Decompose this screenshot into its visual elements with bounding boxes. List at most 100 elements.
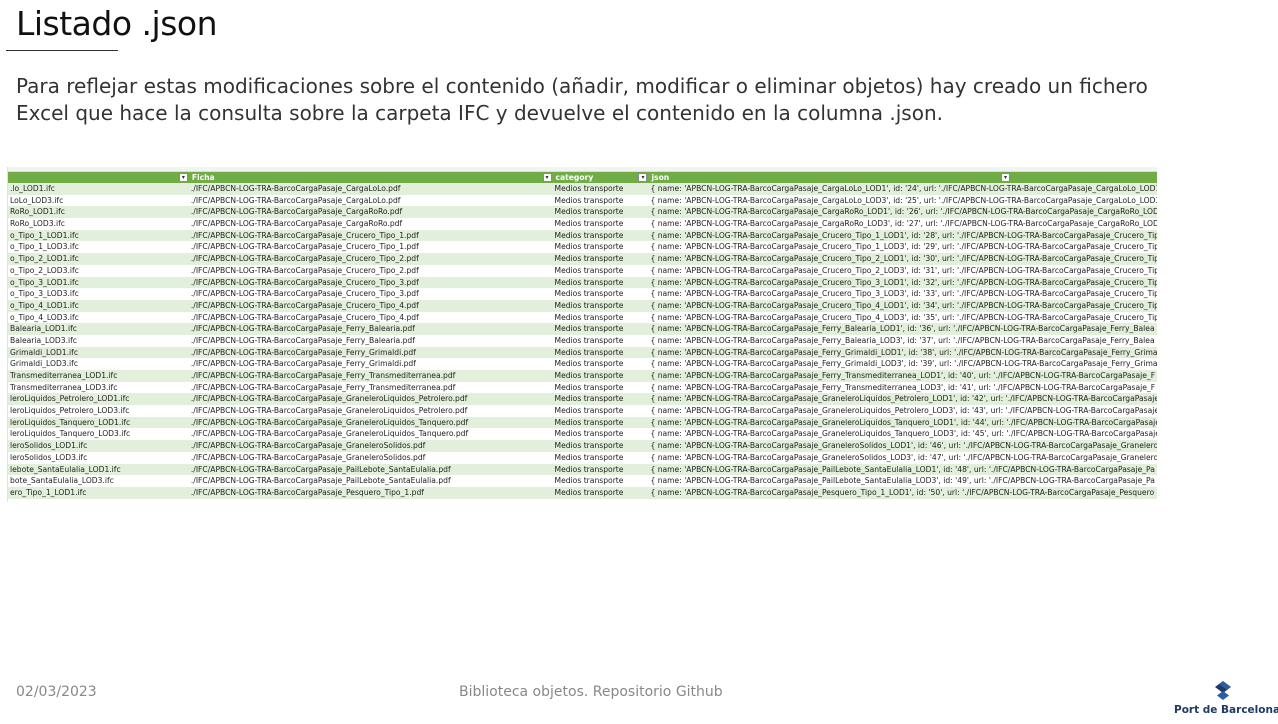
- table-row[interactable]: o_Tipo_3_LOD3.ifc ./IFC/APBCN-LOG-TRA-Bar…: [8, 288, 1157, 300]
- ficha-cell[interactable]: ./IFC/APBCN-LOG-TRA-BarcoCargaPasaje_Cru…: [189, 288, 553, 300]
- json-cell[interactable]: { name: 'APBCN-LOG-TRA-BarcoCargaPasaje_…: [648, 195, 1157, 207]
- file-cell[interactable]: Balearia_LOD3.ifc: [8, 335, 189, 347]
- table-row[interactable]: Transmediterranea_LOD3.ifc ./IFC/APBCN-LO…: [8, 381, 1157, 394]
- ficha-cell[interactable]: ./IFC/APBCN-LOG-TRA-BarcoCargaPasaje_Gra…: [189, 393, 553, 405]
- file-cell[interactable]: lebote_SantaEulalia_LOD1.ifc: [8, 464, 189, 476]
- json-cell[interactable]: { name: 'APBCN-LOG-TRA-BarcoCargaPasaje_…: [648, 405, 1157, 417]
- table-row[interactable]: ero_Tipo_1_LOD1.ifc ./IFC/APBCN-LOG-TRA-B…: [8, 486, 1157, 499]
- category-cell[interactable]: Medios transporte: [553, 405, 649, 417]
- table-row[interactable]: leroSolidos_LOD1.ifc ./IFC/APBCN-LOG-TRA-…: [8, 440, 1157, 452]
- table-row[interactable]: o_Tipo_2_LOD3.ifc ./IFC/APBCN-LOG-TRA-Bar…: [8, 264, 1157, 277]
- file-cell[interactable]: LoLo_LOD3.ifc: [8, 195, 189, 207]
- ficha-cell[interactable]: ./IFC/APBCN-LOG-TRA-BarcoCargaPasaje_Pes…: [189, 487, 553, 499]
- file-cell[interactable]: RoRo_LOD3.ifc: [8, 218, 189, 230]
- category-cell[interactable]: Medios transporte: [553, 417, 649, 429]
- ficha-cell[interactable]: ./IFC/APBCN-LOG-TRA-BarcoCargaPasaje_Cru…: [189, 253, 553, 265]
- json-cell[interactable]: { name: 'APBCN-LOG-TRA-BarcoCargaPasaje_…: [648, 335, 1157, 347]
- category-cell[interactable]: Medios transporte: [553, 323, 649, 335]
- filter-dropdown-icon[interactable]: ▾: [1001, 173, 1011, 182]
- ficha-cell[interactable]: ./IFC/APBCN-LOG-TRA-BarcoCargaPasaje_Gra…: [189, 417, 553, 429]
- category-cell[interactable]: Medios transporte: [553, 440, 649, 452]
- file-cell[interactable]: bote_SantaEulalia_LOD3.ifc: [8, 475, 189, 487]
- file-cell[interactable]: Grimaldi_LOD3.ifc: [8, 358, 189, 370]
- json-cell[interactable]: { name: 'APBCN-LOG-TRA-BarcoCargaPasaje_…: [648, 206, 1157, 218]
- filter-dropdown-icon[interactable]: ▾: [178, 173, 188, 182]
- json-cell[interactable]: { name: 'APBCN-LOG-TRA-BarcoCargaPasaje_…: [648, 475, 1157, 487]
- ficha-cell[interactable]: ./IFC/APBCN-LOG-TRA-BarcoCargaPasaje_Car…: [189, 218, 553, 230]
- category-cell[interactable]: Medios transporte: [553, 475, 649, 487]
- table-row[interactable]: leroLiquidos_Petrolero_LOD1.ifc ./IFC/APB…: [8, 393, 1157, 406]
- ficha-cell[interactable]: ./IFC/APBCN-LOG-TRA-BarcoCargaPasaje_Pai…: [189, 475, 553, 487]
- category-cell[interactable]: Medios transporte: [553, 358, 649, 370]
- category-cell[interactable]: Medios transporte: [553, 335, 649, 347]
- category-cell[interactable]: Medios transporte: [553, 300, 649, 312]
- category-cell[interactable]: Medios transporte: [553, 206, 649, 218]
- file-cell[interactable]: Transmediterranea_LOD1.ifc: [8, 370, 189, 382]
- json-cell[interactable]: { name: 'APBCN-LOG-TRA-BarcoCargaPasaje_…: [648, 370, 1157, 382]
- ficha-cell[interactable]: ./IFC/APBCN-LOG-TRA-BarcoCargaPasaje_Fer…: [189, 382, 553, 394]
- header-cell-category[interactable]: category ▾: [553, 172, 649, 183]
- ficha-cell[interactable]: ./IFC/APBCN-LOG-TRA-BarcoCargaPasaje_Fer…: [189, 335, 553, 347]
- header-cell-ficha[interactable]: Ficha ▾: [189, 172, 553, 183]
- category-cell[interactable]: Medios transporte: [553, 452, 649, 464]
- ficha-cell[interactable]: ./IFC/APBCN-LOG-TRA-BarcoCargaPasaje_Car…: [189, 206, 553, 218]
- file-cell[interactable]: leroLiquidos_Petrolero_LOD3.ifc: [8, 405, 189, 417]
- json-cell[interactable]: { name: 'APBCN-LOG-TRA-BarcoCargaPasaje_…: [648, 347, 1157, 359]
- table-row[interactable]: RoRo_LOD1.ifc ./IFC/APBCN-LOG-TRA-BarcoCa…: [8, 206, 1157, 219]
- ficha-cell[interactable]: ./IFC/APBCN-LOG-TRA-BarcoCargaPasaje_Pai…: [189, 464, 553, 476]
- ficha-cell[interactable]: ./IFC/APBCN-LOG-TRA-BarcoCargaPasaje_Gra…: [189, 440, 553, 452]
- file-cell[interactable]: o_Tipo_4_LOD1.ifc: [8, 300, 189, 312]
- category-cell[interactable]: Medios transporte: [553, 312, 649, 324]
- json-cell[interactable]: { name: 'APBCN-LOG-TRA-BarcoCargaPasaje_…: [648, 183, 1157, 195]
- table-row[interactable]: o_Tipo_1_LOD1.ifc ./IFC/APBCN-LOG-TRA-Bar…: [8, 229, 1157, 242]
- json-cell[interactable]: { name: 'APBCN-LOG-TRA-BarcoCargaPasaje_…: [648, 417, 1157, 429]
- file-cell[interactable]: .lo_LOD1.ifc: [8, 183, 189, 195]
- table-row[interactable]: Transmediterranea_LOD1.ifc ./IFC/APBCN-LO…: [8, 370, 1157, 382]
- table-row[interactable]: leroLiquidos_Tanquero_LOD3.ifc ./IFC/APBC…: [8, 428, 1157, 441]
- category-cell[interactable]: Medios transporte: [553, 370, 649, 382]
- category-cell[interactable]: Medios transporte: [553, 347, 649, 359]
- file-cell[interactable]: RoRo_LOD1.ifc: [8, 206, 189, 218]
- file-cell[interactable]: Balearia_LOD1.ifc: [8, 323, 189, 335]
- ficha-cell[interactable]: ./IFC/APBCN-LOG-TRA-BarcoCargaPasaje_Cru…: [189, 277, 553, 289]
- category-cell[interactable]: Medios transporte: [553, 183, 649, 195]
- table-row[interactable]: o_Tipo_4_LOD3.ifc ./IFC/APBCN-LOG-TRA-Bar…: [8, 311, 1157, 324]
- json-cell[interactable]: { name: 'APBCN-LOG-TRA-BarcoCargaPasaje_…: [648, 253, 1157, 265]
- ficha-cell[interactable]: ./IFC/APBCN-LOG-TRA-BarcoCargaPasaje_Gra…: [189, 405, 553, 417]
- ficha-cell[interactable]: ./IFC/APBCN-LOG-TRA-BarcoCargaPasaje_Gra…: [189, 428, 553, 440]
- table-row[interactable]: Grimaldi_LOD1.ifc ./IFC/APBCN-LOG-TRA-Bar…: [8, 346, 1157, 359]
- category-cell[interactable]: Medios transporte: [553, 288, 649, 300]
- ficha-cell[interactable]: ./IFC/APBCN-LOG-TRA-BarcoCargaPasaje_Cru…: [189, 265, 553, 277]
- category-cell[interactable]: Medios transporte: [553, 487, 649, 499]
- file-cell[interactable]: o_Tipo_3_LOD1.ifc: [8, 277, 189, 289]
- category-cell[interactable]: Medios transporte: [553, 241, 649, 253]
- json-cell[interactable]: { name: 'APBCN-LOG-TRA-BarcoCargaPasaje_…: [648, 358, 1157, 370]
- header-cell-file[interactable]: ▾: [8, 172, 189, 183]
- json-cell[interactable]: { name: 'APBCN-LOG-TRA-BarcoCargaPasaje_…: [648, 464, 1157, 476]
- category-cell[interactable]: Medios transporte: [553, 277, 649, 289]
- json-cell[interactable]: { name: 'APBCN-LOG-TRA-BarcoCargaPasaje_…: [648, 393, 1157, 405]
- ficha-cell[interactable]: ./IFC/APBCN-LOG-TRA-BarcoCargaPasaje_Cru…: [189, 241, 553, 253]
- filter-dropdown-icon[interactable]: ▾: [542, 173, 552, 182]
- ficha-cell[interactable]: ./IFC/APBCN-LOG-TRA-BarcoCargaPasaje_Cru…: [189, 230, 553, 242]
- ficha-cell[interactable]: ./IFC/APBCN-LOG-TRA-BarcoCargaPasaje_Fer…: [189, 358, 553, 370]
- json-cell[interactable]: { name: 'APBCN-LOG-TRA-BarcoCargaPasaje_…: [648, 440, 1157, 452]
- ficha-cell[interactable]: ./IFC/APBCN-LOG-TRA-BarcoCargaPasaje_Fer…: [189, 323, 553, 335]
- header-cell-json[interactable]: json ▾: [648, 172, 1157, 183]
- ficha-cell[interactable]: ./IFC/APBCN-LOG-TRA-BarcoCargaPasaje_Cru…: [189, 300, 553, 312]
- file-cell[interactable]: Grimaldi_LOD1.ifc: [8, 347, 189, 359]
- json-cell[interactable]: { name: 'APBCN-LOG-TRA-BarcoCargaPasaje_…: [648, 218, 1157, 230]
- category-cell[interactable]: Medios transporte: [553, 464, 649, 476]
- table-row[interactable]: lebote_SantaEulalia_LOD1.ifc ./IFC/APBCN-…: [8, 463, 1157, 476]
- category-cell[interactable]: Medios transporte: [553, 265, 649, 277]
- category-cell[interactable]: Medios transporte: [553, 393, 649, 405]
- json-cell[interactable]: { name: 'APBCN-LOG-TRA-BarcoCargaPasaje_…: [648, 452, 1157, 464]
- json-cell[interactable]: { name: 'APBCN-LOG-TRA-BarcoCargaPasaje_…: [648, 300, 1157, 312]
- table-row[interactable]: bote_SantaEulalia_LOD3.ifc ./IFC/APBCN-LO…: [8, 475, 1157, 487]
- json-cell[interactable]: { name: 'APBCN-LOG-TRA-BarcoCargaPasaje_…: [648, 277, 1157, 289]
- table-row[interactable]: leroLiquidos_Petrolero_LOD3.ifc ./IFC/APB…: [8, 405, 1157, 417]
- table-row[interactable]: o_Tipo_4_LOD1.ifc ./IFC/APBCN-LOG-TRA-Bar…: [8, 299, 1157, 312]
- table-row[interactable]: o_Tipo_3_LOD1.ifc ./IFC/APBCN-LOG-TRA-Bar…: [8, 276, 1157, 289]
- json-cell[interactable]: { name: 'APBCN-LOG-TRA-BarcoCargaPasaje_…: [648, 265, 1157, 277]
- table-row[interactable]: Balearia_LOD1.ifc ./IFC/APBCN-LOG-TRA-Bar…: [8, 323, 1157, 335]
